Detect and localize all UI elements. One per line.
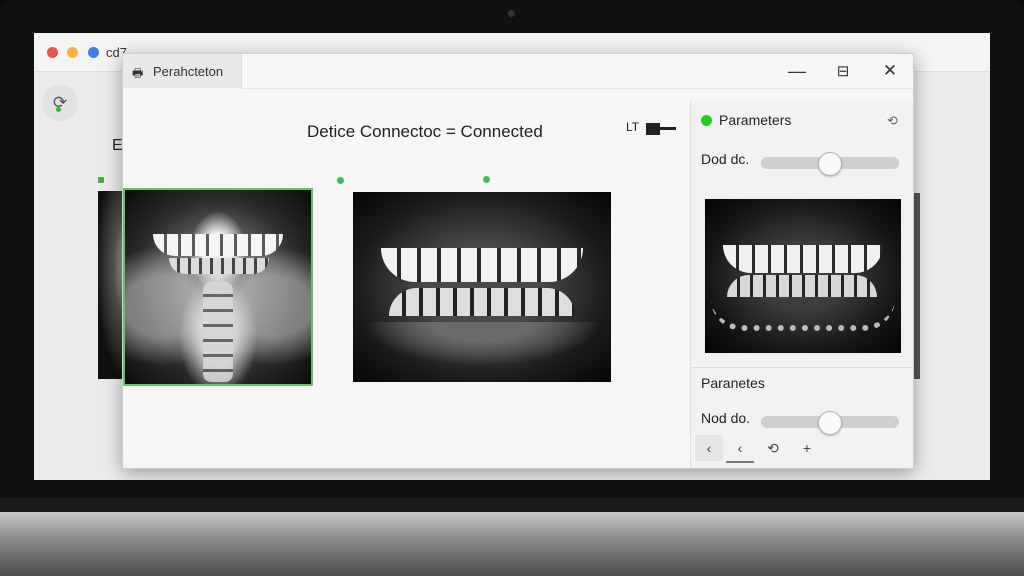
panel-subtitle: Paranetes: [701, 375, 765, 391]
lower-teeth: [727, 275, 877, 297]
marker-dot: [337, 177, 344, 184]
usb-connector-icon: LT: [626, 120, 676, 138]
add-button[interactable]: +: [793, 435, 821, 461]
usb-label: LT: [626, 120, 640, 134]
panel-divider: [691, 367, 913, 368]
tab-label: Perahcteton: [153, 64, 224, 79]
webcam: [508, 10, 515, 17]
background-marker: [98, 177, 104, 183]
sync-icon[interactable]: ⟳: [42, 85, 78, 121]
spine: [203, 282, 233, 382]
slider2-track[interactable]: [761, 411, 899, 435]
status-indicator: [701, 115, 712, 126]
slider2-label: Nod do.: [701, 410, 751, 426]
upper-teeth: [153, 234, 283, 256]
printer-icon: 🖶: [132, 66, 144, 80]
screen: cd7- ⟳ E 🖶 Perahcteton — ⊟ ✕ Detice Conn…: [34, 33, 990, 480]
minimize-dot[interactable]: [67, 47, 78, 58]
imaging-window: 🖶 Perahcteton — ⊟ ✕ Detice Connectoc = C…: [122, 53, 914, 469]
upper-teeth: [381, 248, 583, 282]
zoom-dot[interactable]: [88, 47, 99, 58]
rotate-button[interactable]: ⟲: [759, 435, 787, 461]
minimize-button[interactable]: —: [783, 60, 811, 82]
close-button[interactable]: ✕: [876, 60, 904, 82]
refresh-icon[interactable]: ⟲: [887, 113, 898, 129]
bite-ring: [711, 299, 895, 331]
slider2-thumb[interactable]: [818, 411, 842, 435]
usb-plug-cable: [660, 127, 676, 130]
slider1-thumb[interactable]: [818, 152, 842, 176]
monitor-chin: [0, 512, 1024, 576]
slider1-track[interactable]: [761, 152, 899, 176]
header-divider: [241, 88, 913, 89]
lower-teeth: [389, 288, 575, 316]
monitor-bottom-edge: [0, 498, 1024, 512]
previous-button[interactable]: ‹: [726, 435, 754, 463]
device-status-text: Detice Connectoc = Connected: [307, 122, 543, 141]
maximize-button[interactable]: ⊟: [829, 60, 857, 82]
upper-teeth: [723, 245, 883, 273]
usb-plug-body: [646, 123, 660, 135]
tab-perahcteton[interactable]: 🖶 Perahcteton: [123, 54, 242, 88]
back-button[interactable]: ‹: [695, 435, 723, 461]
slider1-label: Dod dc.: [701, 151, 750, 167]
parameters-panel: Parameters ⟲ Dod dc. Paranetes Nod do.: [690, 101, 913, 468]
jaw-shadow: [363, 322, 601, 366]
dental-arch-xray[interactable]: [353, 192, 611, 382]
panoramic-skull-xray[interactable]: [123, 188, 313, 386]
close-dot[interactable]: [47, 47, 58, 58]
marker-dot: [483, 176, 490, 183]
preview-xray[interactable]: [703, 197, 903, 355]
lower-teeth: [169, 258, 269, 274]
panel-title: Parameters: [719, 112, 792, 128]
